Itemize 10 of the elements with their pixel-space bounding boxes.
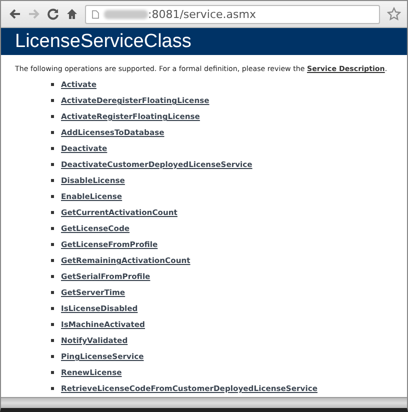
back-icon[interactable]	[9, 8, 21, 20]
home-icon[interactable]	[66, 8, 78, 20]
star-icon[interactable]	[387, 7, 401, 21]
address-bar[interactable]: :8081/service.asmx	[85, 4, 380, 24]
page-icon	[91, 8, 100, 20]
reload-icon[interactable]	[47, 8, 59, 20]
blurred-text	[104, 10, 148, 18]
scrollbar[interactable]	[1, 397, 407, 408]
page-title: LicenseServiceClass	[15, 30, 192, 52]
url-text: :8081/service.asmx	[148, 8, 256, 20]
